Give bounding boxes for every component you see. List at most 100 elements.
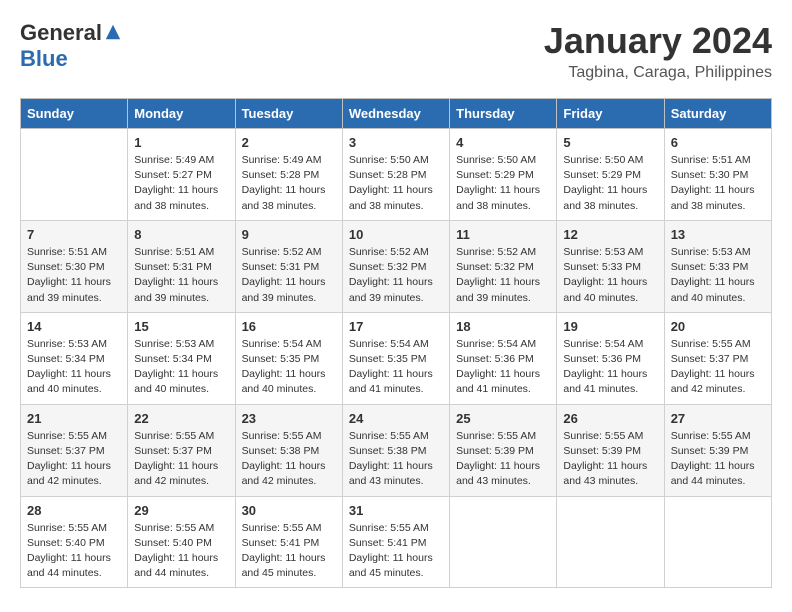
- day-info: Sunrise: 5:50 AMSunset: 5:29 PMDaylight:…: [456, 153, 550, 214]
- day-number: 21: [27, 411, 121, 426]
- day-number: 2: [242, 135, 336, 150]
- calendar-cell: 24Sunrise: 5:55 AMSunset: 5:38 PMDayligh…: [342, 404, 449, 496]
- day-number: 31: [349, 503, 443, 518]
- day-info: Sunrise: 5:53 AMSunset: 5:34 PMDaylight:…: [134, 337, 228, 398]
- calendar-cell: 3Sunrise: 5:50 AMSunset: 5:28 PMDaylight…: [342, 129, 449, 221]
- day-info: Sunrise: 5:55 AMSunset: 5:41 PMDaylight:…: [349, 521, 443, 582]
- calendar-cell: 14 Sunrise: 5:53 AMSunset: 5:34 PMDayligh…: [21, 312, 128, 404]
- calendar-cell: 19 Sunrise: 5:54 AMSunset: 5:36 PMDayligh…: [557, 312, 664, 404]
- day-info: Sunrise: 5:51 AMSunset: 5:30 PMDaylight:…: [27, 245, 121, 306]
- day-number: 23: [242, 411, 336, 426]
- logo-icon: [104, 23, 122, 41]
- day-number: 4: [456, 135, 550, 150]
- day-number: 12: [563, 227, 657, 242]
- day-info: Sunrise: 5:55 AMSunset: 5:38 PMDaylight:…: [242, 429, 336, 490]
- day-number: 20: [671, 319, 765, 334]
- day-info: Sunrise: 5:49 AMSunset: 5:28 PMDaylight:…: [242, 153, 336, 214]
- day-number: 25: [456, 411, 550, 426]
- calendar-cell: 23 Sunrise: 5:55 AMSunset: 5:38 PMDayligh…: [235, 404, 342, 496]
- day-number: 6: [671, 135, 765, 150]
- calendar-cell: 2 Sunrise: 5:49 AMSunset: 5:28 PMDaylight…: [235, 129, 342, 221]
- day-info: Sunrise: 5:53 AMSunset: 5:34 PMDaylight:…: [27, 337, 121, 398]
- calendar-cell: [21, 129, 128, 221]
- day-info: Sunrise: 5:55 AMSunset: 5:39 PMDaylight:…: [563, 429, 657, 490]
- calendar-cell: [664, 496, 771, 588]
- day-number: 8: [134, 227, 228, 242]
- calendar-cell: 25 Sunrise: 5:55 AMSunset: 5:39 PMDayligh…: [450, 404, 557, 496]
- calendar-cell: [450, 496, 557, 588]
- calendar-cell: 20 Sunrise: 5:55 AMSunset: 5:37 PMDayligh…: [664, 312, 771, 404]
- day-info: Sunrise: 5:53 AMSunset: 5:33 PMDaylight:…: [671, 245, 765, 306]
- weekday-header-monday: Monday: [128, 99, 235, 129]
- day-info: Sunrise: 5:55 AMSunset: 5:38 PMDaylight:…: [349, 429, 443, 490]
- calendar-cell: 17Sunrise: 5:54 AMSunset: 5:35 PMDayligh…: [342, 312, 449, 404]
- day-number: 19: [563, 319, 657, 334]
- weekday-header-friday: Friday: [557, 99, 664, 129]
- day-number: 15: [134, 319, 228, 334]
- calendar-cell: 21 Sunrise: 5:55 AMSunset: 5:37 PMDayligh…: [21, 404, 128, 496]
- calendar-week-row: 21 Sunrise: 5:55 AMSunset: 5:37 PMDayligh…: [21, 404, 772, 496]
- calendar-cell: 12Sunrise: 5:53 AMSunset: 5:33 PMDayligh…: [557, 220, 664, 312]
- day-number: 10: [349, 227, 443, 242]
- calendar-cell: 9 Sunrise: 5:52 AMSunset: 5:31 PMDaylight…: [235, 220, 342, 312]
- logo-general: General: [20, 20, 102, 46]
- day-info: Sunrise: 5:55 AMSunset: 5:40 PMDaylight:…: [27, 521, 121, 582]
- day-info: Sunrise: 5:50 AMSunset: 5:28 PMDaylight:…: [349, 153, 443, 214]
- day-info: Sunrise: 5:52 AMSunset: 5:32 PMDaylight:…: [349, 245, 443, 306]
- day-number: 5: [563, 135, 657, 150]
- day-number: 11: [456, 227, 550, 242]
- calendar-cell: 26 Sunrise: 5:55 AMSunset: 5:39 PMDayligh…: [557, 404, 664, 496]
- calendar-week-row: 7 Sunrise: 5:51 AMSunset: 5:30 PMDaylight…: [21, 220, 772, 312]
- day-number: 1: [134, 135, 228, 150]
- day-info: Sunrise: 5:52 AMSunset: 5:31 PMDaylight:…: [242, 245, 336, 306]
- day-number: 7: [27, 227, 121, 242]
- day-info: Sunrise: 5:49 AMSunset: 5:27 PMDaylight:…: [134, 153, 228, 214]
- calendar-week-row: 1 Sunrise: 5:49 AMSunset: 5:27 PMDaylight…: [21, 129, 772, 221]
- calendar-cell: 8 Sunrise: 5:51 AMSunset: 5:31 PMDaylight…: [128, 220, 235, 312]
- calendar-cell: [557, 496, 664, 588]
- weekday-header-tuesday: Tuesday: [235, 99, 342, 129]
- weekday-header-thursday: Thursday: [450, 99, 557, 129]
- calendar-cell: 18 Sunrise: 5:54 AMSunset: 5:36 PMDayligh…: [450, 312, 557, 404]
- day-number: 30: [242, 503, 336, 518]
- day-info: Sunrise: 5:55 AMSunset: 5:39 PMDaylight:…: [456, 429, 550, 490]
- logo-blue: Blue: [20, 46, 68, 72]
- day-number: 26: [563, 411, 657, 426]
- calendar-cell: 28Sunrise: 5:55 AMSunset: 5:40 PMDayligh…: [21, 496, 128, 588]
- day-info: Sunrise: 5:55 AMSunset: 5:40 PMDaylight:…: [134, 521, 228, 582]
- day-info: Sunrise: 5:54 AMSunset: 5:36 PMDaylight:…: [456, 337, 550, 398]
- day-info: Sunrise: 5:55 AMSunset: 5:37 PMDaylight:…: [671, 337, 765, 398]
- day-info: Sunrise: 5:54 AMSunset: 5:35 PMDaylight:…: [242, 337, 336, 398]
- day-info: Sunrise: 5:54 AMSunset: 5:35 PMDaylight:…: [349, 337, 443, 398]
- calendar-cell: 22Sunrise: 5:55 AMSunset: 5:37 PMDayligh…: [128, 404, 235, 496]
- weekday-header-saturday: Saturday: [664, 99, 771, 129]
- weekday-header-sunday: Sunday: [21, 99, 128, 129]
- day-number: 14: [27, 319, 121, 334]
- calendar-cell: 27Sunrise: 5:55 AMSunset: 5:39 PMDayligh…: [664, 404, 771, 496]
- calendar-week-row: 14 Sunrise: 5:53 AMSunset: 5:34 PMDayligh…: [21, 312, 772, 404]
- day-info: Sunrise: 5:55 AMSunset: 5:37 PMDaylight:…: [134, 429, 228, 490]
- day-info: Sunrise: 5:55 AMSunset: 5:37 PMDaylight:…: [27, 429, 121, 490]
- month-title: January 2024: [544, 20, 772, 62]
- day-number: 16: [242, 319, 336, 334]
- day-number: 9: [242, 227, 336, 242]
- calendar-cell: 4 Sunrise: 5:50 AMSunset: 5:29 PMDaylight…: [450, 129, 557, 221]
- day-info: Sunrise: 5:50 AMSunset: 5:29 PMDaylight:…: [563, 153, 657, 214]
- day-info: Sunrise: 5:51 AMSunset: 5:31 PMDaylight:…: [134, 245, 228, 306]
- day-info: Sunrise: 5:51 AMSunset: 5:30 PMDaylight:…: [671, 153, 765, 214]
- day-number: 27: [671, 411, 765, 426]
- calendar-cell: 1 Sunrise: 5:49 AMSunset: 5:27 PMDaylight…: [128, 129, 235, 221]
- calendar-week-row: 28Sunrise: 5:55 AMSunset: 5:40 PMDayligh…: [21, 496, 772, 588]
- calendar-cell: 7 Sunrise: 5:51 AMSunset: 5:30 PMDaylight…: [21, 220, 128, 312]
- day-number: 18: [456, 319, 550, 334]
- calendar-cell: 13Sunrise: 5:53 AMSunset: 5:33 PMDayligh…: [664, 220, 771, 312]
- day-number: 29: [134, 503, 228, 518]
- calendar-cell: 29 Sunrise: 5:55 AMSunset: 5:40 PMDayligh…: [128, 496, 235, 588]
- weekday-header-wednesday: Wednesday: [342, 99, 449, 129]
- location: Tagbina, Caraga, Philippines: [544, 64, 772, 82]
- calendar-cell: 31 Sunrise: 5:55 AMSunset: 5:41 PMDayligh…: [342, 496, 449, 588]
- calendar-cell: 10 Sunrise: 5:52 AMSunset: 5:32 PMDayligh…: [342, 220, 449, 312]
- calendar-cell: 11Sunrise: 5:52 AMSunset: 5:32 PMDayligh…: [450, 220, 557, 312]
- day-info: Sunrise: 5:54 AMSunset: 5:36 PMDaylight:…: [563, 337, 657, 398]
- calendar-cell: 30Sunrise: 5:55 AMSunset: 5:41 PMDayligh…: [235, 496, 342, 588]
